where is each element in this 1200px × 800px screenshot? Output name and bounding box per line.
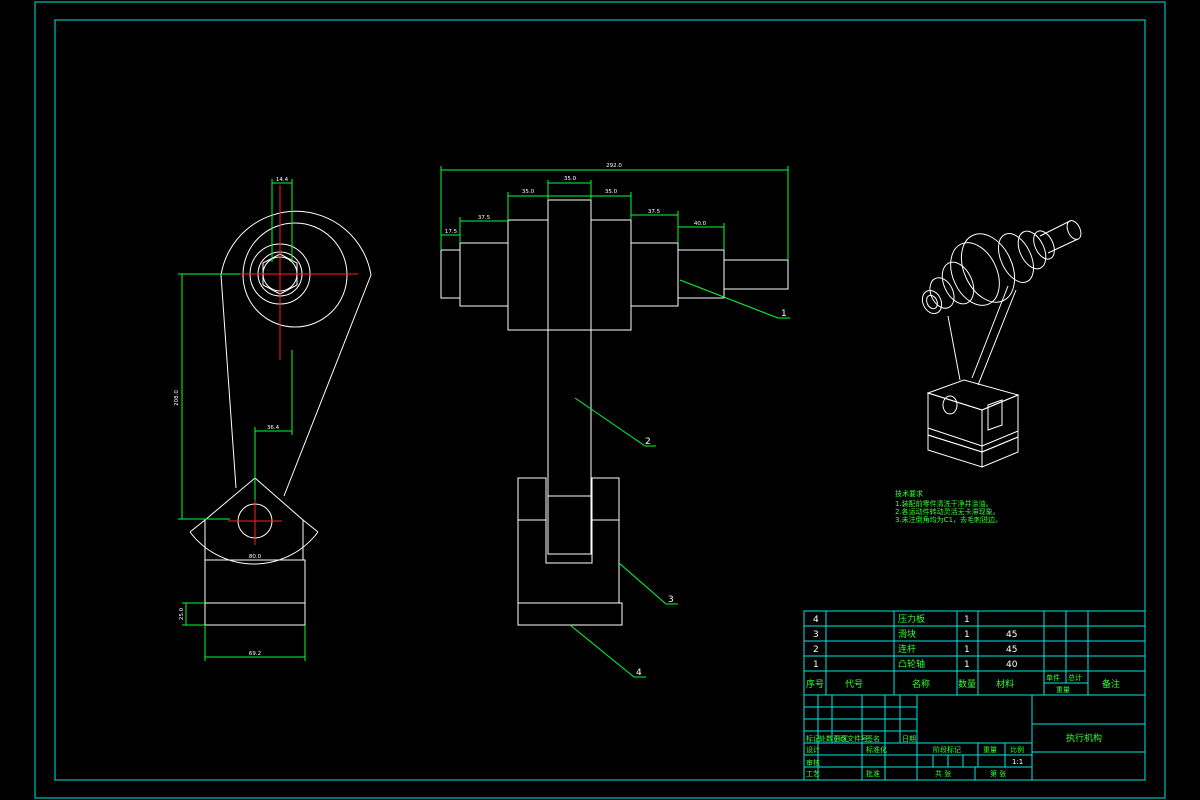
- tb-process: 工艺: [806, 770, 820, 778]
- balloon-3: 3: [668, 595, 674, 605]
- dim-d6: 37.5: [648, 209, 661, 215]
- dim-height: 208.0: [174, 390, 180, 406]
- tb-date: 日期: [902, 735, 916, 743]
- cad-drawing-sheet: 14.4 208.0 36.4 80.0 25.0 69.2 292.0 35.…: [0, 0, 1200, 800]
- dim-offset: 36.4: [267, 425, 280, 431]
- bom-name: 凸轮轴: [898, 658, 925, 670]
- dim-overall: 292.0: [606, 163, 622, 169]
- bom-name: 压力板: [898, 613, 925, 625]
- dim-d2: 37.5: [478, 215, 491, 221]
- dim-d1: 17.5: [445, 229, 458, 235]
- tb-review: 审核: [806, 758, 820, 767]
- tb-sheet-no: 第 张: [990, 769, 1006, 778]
- tb-scale-value: 1:1: [1012, 758, 1023, 766]
- tb-design: 设计: [806, 745, 820, 754]
- balloon-2: 2: [645, 437, 651, 447]
- tb-change-doc: 更改文件号: [833, 734, 868, 743]
- tech-note-line: 3.未注倒角均为C1，去毛刺锐边。: [895, 515, 1002, 524]
- dim-arc-width: 80.0: [249, 554, 262, 560]
- tech-note-line: 1.装配前零件清洗干净并涂油。: [895, 499, 993, 508]
- balloon-1: 1: [781, 309, 787, 319]
- dim-base-height: 25.0: [179, 607, 185, 620]
- bom-no: 3: [813, 630, 819, 640]
- bom-qty: 1: [964, 630, 970, 640]
- bom-no: 1: [813, 660, 819, 670]
- dim-d5: 35.0: [605, 189, 618, 195]
- dim-d3: 35.0: [522, 189, 535, 195]
- dim-d4: 35.0: [564, 176, 577, 182]
- tb-scale: 比例: [1010, 745, 1024, 754]
- bom-header-qty: 数量: [958, 678, 976, 690]
- balloon-4: 4: [636, 668, 642, 678]
- bom-header-material: 材料: [996, 678, 1014, 690]
- bom-header-weight: 重量: [1056, 686, 1070, 694]
- tb-approve: 批准: [866, 769, 880, 778]
- bom-header-name: 名称: [912, 678, 930, 690]
- bom-qty: 1: [964, 645, 970, 655]
- tb-sheets-total: 共 张: [935, 769, 951, 778]
- tb-weight: 重量: [983, 746, 997, 754]
- tb-mark: 标记: [806, 734, 820, 743]
- bom-name: 滑块: [898, 628, 916, 640]
- bom-header-no: 序号: [806, 678, 824, 690]
- bom-header-single: 单件: [1046, 673, 1060, 682]
- tech-notes-heading: 技术要求: [895, 489, 923, 498]
- dim-top-width: 14.4: [276, 177, 289, 183]
- bom-no: 4: [813, 615, 819, 625]
- dim-base-width: 69.2: [249, 651, 261, 657]
- tb-sign: 签名: [866, 734, 880, 743]
- bom-header-total: 总计: [1068, 673, 1082, 682]
- bom-qty: 1: [964, 615, 970, 625]
- bom-material: 45: [1006, 645, 1017, 655]
- drawing-title: 执行机构: [1066, 732, 1102, 744]
- bom-no: 2: [813, 645, 819, 655]
- bom-material: 40: [1006, 660, 1018, 670]
- bom-qty: 1: [964, 660, 970, 670]
- dim-d7: 40.0: [694, 221, 707, 227]
- tech-note-line: 2.各运动件转动灵活无卡滞现象。: [895, 507, 1000, 516]
- bom-name: 连杆: [898, 643, 916, 655]
- bom-header-note: 备注: [1102, 678, 1120, 690]
- tb-standard: 标准化: [866, 745, 887, 754]
- tb-stage-mark: 阶段标记: [933, 745, 961, 754]
- bom-header-code: 代号: [845, 679, 863, 690]
- tb-count: 处数: [819, 734, 833, 743]
- bom-material: 45: [1006, 630, 1017, 640]
